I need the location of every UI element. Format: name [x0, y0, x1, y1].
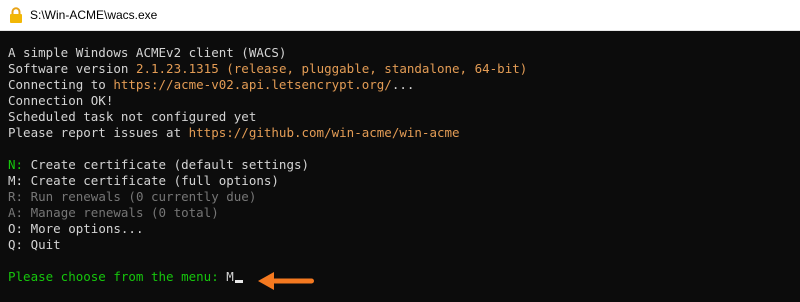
menu-item-run-renewals: R: Run renewals (0 currently due) [8, 189, 257, 204]
console-output[interactable]: A simple Windows ACMEv2 client (WACS) So… [0, 31, 800, 302]
menu-item-create-full[interactable]: M: Create certificate (full options) [8, 173, 279, 189]
arrow-left-icon [258, 272, 314, 290]
github-url: https://github.com/win-acme/win-acme [188, 125, 460, 140]
menu-item-more-options[interactable]: O: More options... [8, 221, 143, 237]
text-cursor [234, 280, 243, 283]
version-line: Software version 2.1.23.1315 (release, p… [8, 61, 528, 76]
connection-status: Connection OK! [8, 93, 114, 108]
prompt-input[interactable]: M [226, 269, 234, 284]
window-title: S:\Win-ACME\wacs.exe [30, 8, 158, 22]
connecting-line: Connecting to https://acme-v02.api.letse… [8, 77, 415, 92]
acme-server-url: https://acme-v02.api.letsencrypt.org/ [113, 77, 392, 92]
menu-prompt[interactable]: Please choose from the menu: M [8, 269, 243, 285]
scheduled-task-status: Scheduled task not configured yet [8, 109, 257, 124]
menu-item-quit[interactable]: Q: Quit [8, 237, 61, 253]
menu-item-create-default[interactable]: N: Create certificate (default settings) [8, 157, 309, 173]
client-description: A simple Windows ACMEv2 client (WACS) [8, 45, 287, 60]
version-number: 2.1.23.1315 [135, 61, 219, 76]
lock-icon [10, 7, 22, 23]
report-issues-line: Please report issues at https://github.c… [8, 125, 460, 140]
version-details: (release, pluggable, standalone, 64-bit) [218, 61, 528, 76]
window-titlebar: S:\Win-ACME\wacs.exe [0, 0, 800, 31]
prompt-text: Please choose from the menu: [8, 269, 227, 284]
menu-item-manage-renewals: A: Manage renewals (0 total) [8, 205, 219, 220]
